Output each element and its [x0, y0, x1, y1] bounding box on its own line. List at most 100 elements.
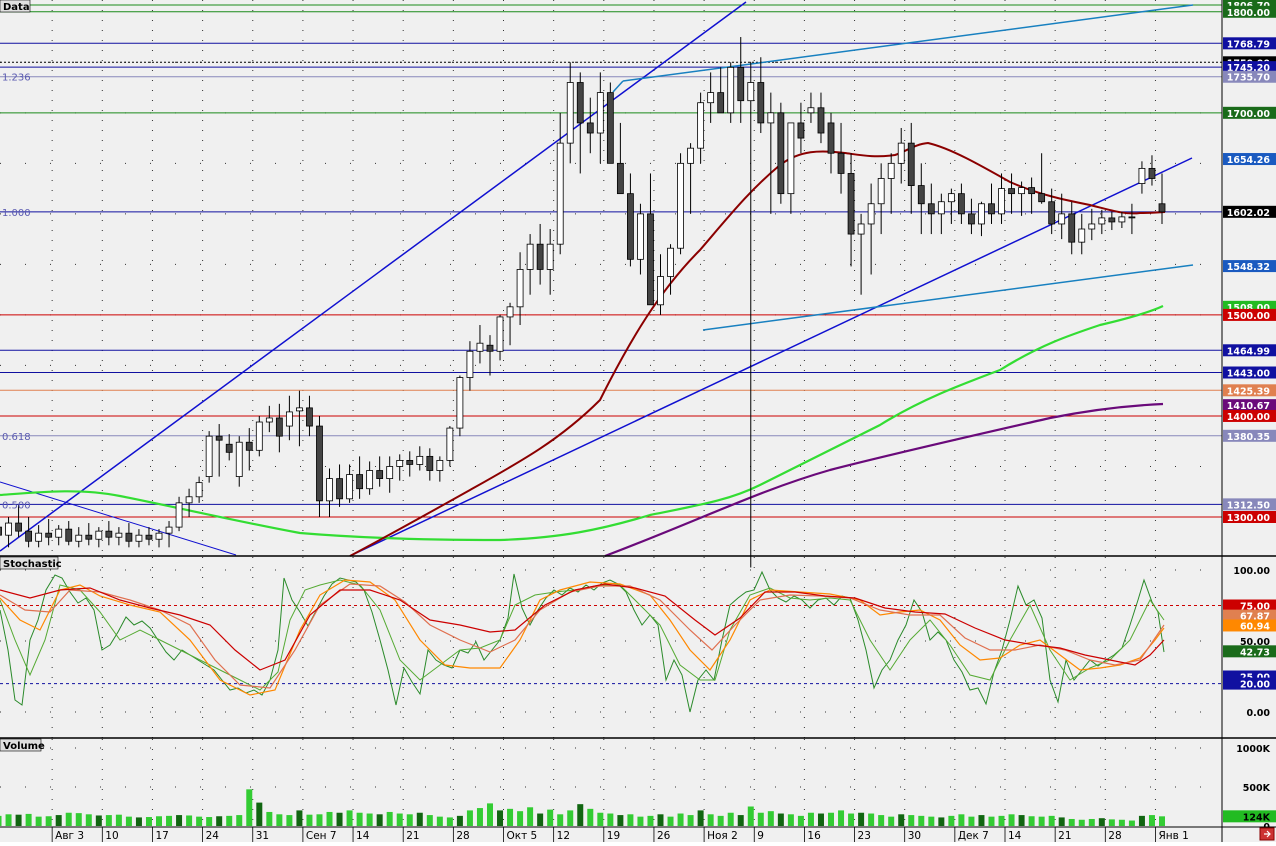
volume-bar[interactable] — [176, 815, 183, 826]
candle[interactable] — [727, 66, 735, 114]
volume-bar[interactable] — [166, 815, 173, 826]
volume-bar[interactable] — [416, 812, 423, 826]
candle[interactable] — [85, 534, 93, 540]
volume-bar[interactable] — [95, 815, 102, 826]
candle[interactable] — [887, 162, 895, 179]
candle[interactable] — [506, 306, 514, 318]
volume-bar[interactable] — [115, 814, 122, 826]
volume-bar[interactable] — [125, 816, 132, 826]
candle[interactable] — [546, 243, 554, 270]
volume-bar[interactable] — [868, 813, 875, 826]
candle[interactable] — [1008, 188, 1015, 195]
volume-bar[interactable] — [707, 814, 714, 826]
volume-bar[interactable] — [25, 813, 32, 826]
volume-bar[interactable] — [697, 810, 704, 826]
volume-bar[interactable] — [1098, 818, 1105, 826]
candle[interactable] — [25, 530, 33, 542]
candle[interactable] — [55, 528, 63, 538]
volume-bar[interactable] — [888, 816, 895, 826]
volume-bar[interactable] — [727, 812, 734, 826]
candle[interactable] — [596, 92, 604, 134]
candle[interactable] — [737, 66, 745, 102]
candle[interactable] — [1028, 187, 1036, 195]
volume-bar[interactable] — [908, 815, 915, 826]
candle[interactable] — [366, 470, 374, 490]
volume-bar[interactable] — [436, 816, 443, 826]
candle[interactable] — [897, 142, 905, 164]
volume-bar[interactable] — [647, 815, 654, 826]
volume-bar[interactable] — [1018, 815, 1025, 826]
candle[interactable] — [486, 344, 494, 352]
volume-bar[interactable] — [587, 808, 594, 826]
volume-bar[interactable] — [135, 817, 142, 826]
candle[interactable] — [1048, 201, 1056, 225]
volume-bar[interactable] — [296, 810, 303, 826]
candle[interactable] — [5, 522, 12, 536]
candle[interactable] — [15, 522, 22, 532]
candle[interactable] — [426, 455, 434, 471]
volume-bar[interactable] — [376, 814, 383, 826]
candle[interactable] — [215, 435, 223, 441]
volume-bar[interactable] — [817, 813, 824, 826]
volume-bar[interactable] — [356, 812, 363, 826]
volume-bar[interactable] — [1138, 815, 1145, 826]
volume-bar[interactable] — [156, 816, 162, 826]
candle[interactable] — [95, 530, 103, 540]
candle[interactable] — [1078, 228, 1086, 243]
candle[interactable] — [687, 147, 694, 164]
volume-bar[interactable] — [1038, 816, 1045, 826]
candle[interactable] — [657, 276, 664, 306]
volume-bar[interactable] — [557, 814, 564, 826]
volume-bar[interactable] — [426, 815, 433, 826]
candle[interactable] — [857, 223, 865, 235]
volume-bar[interactable] — [15, 814, 22, 826]
candle[interactable] — [275, 417, 283, 437]
candle[interactable] — [35, 532, 43, 542]
chart-canvas[interactable]: 1.2361.0000.6180.500 1806.701800.001768.… — [0, 0, 1276, 842]
volume-bar[interactable] — [196, 816, 203, 826]
candle[interactable] — [316, 425, 323, 502]
candle[interactable] — [376, 470, 384, 480]
volume-bar[interactable] — [486, 803, 493, 826]
volume-bar[interactable] — [767, 811, 774, 826]
candle[interactable] — [396, 460, 404, 467]
volume-bar[interactable] — [687, 815, 694, 826]
volume-bar[interactable] — [968, 816, 975, 826]
candle[interactable] — [927, 203, 935, 215]
volume-bar[interactable] — [226, 815, 233, 826]
volume-bar[interactable] — [657, 814, 664, 826]
candle[interactable] — [827, 122, 835, 154]
volume-bar[interactable] — [216, 816, 223, 826]
volume-bar[interactable] — [928, 816, 935, 826]
price-pane[interactable] — [0, 0, 1222, 556]
volume-bar[interactable] — [476, 808, 483, 826]
candle[interactable] — [647, 213, 654, 306]
volume-bar[interactable] — [236, 815, 243, 826]
volume-bar[interactable] — [787, 814, 794, 826]
volume-bar[interactable] — [547, 809, 554, 826]
volume-bar[interactable] — [346, 810, 353, 826]
candle[interactable] — [606, 92, 614, 164]
candle[interactable] — [346, 474, 353, 500]
candle[interactable] — [847, 173, 855, 235]
candle[interactable] — [65, 528, 73, 542]
candle[interactable] — [907, 142, 915, 186]
volume-bar[interactable] — [35, 816, 42, 826]
volume-bar[interactable] — [246, 789, 253, 826]
volume-bar[interactable] — [396, 813, 403, 826]
candle[interactable] — [1138, 167, 1146, 184]
volume-bar[interactable] — [1128, 820, 1135, 826]
volume-bar[interactable] — [807, 812, 814, 826]
candle[interactable] — [496, 316, 504, 352]
volume-bar[interactable] — [366, 813, 373, 826]
volume-bar[interactable] — [567, 810, 574, 826]
volume-bar[interactable] — [105, 815, 112, 826]
volume-bar[interactable] — [988, 816, 995, 826]
candle[interactable] — [296, 407, 303, 412]
volume-bar[interactable] — [65, 812, 72, 826]
candle[interactable] — [476, 342, 484, 352]
volume-bar[interactable] — [1148, 815, 1155, 826]
volume-bar[interactable] — [627, 814, 634, 826]
volume-bar[interactable] — [838, 810, 845, 826]
volume-bar[interactable] — [206, 817, 213, 826]
